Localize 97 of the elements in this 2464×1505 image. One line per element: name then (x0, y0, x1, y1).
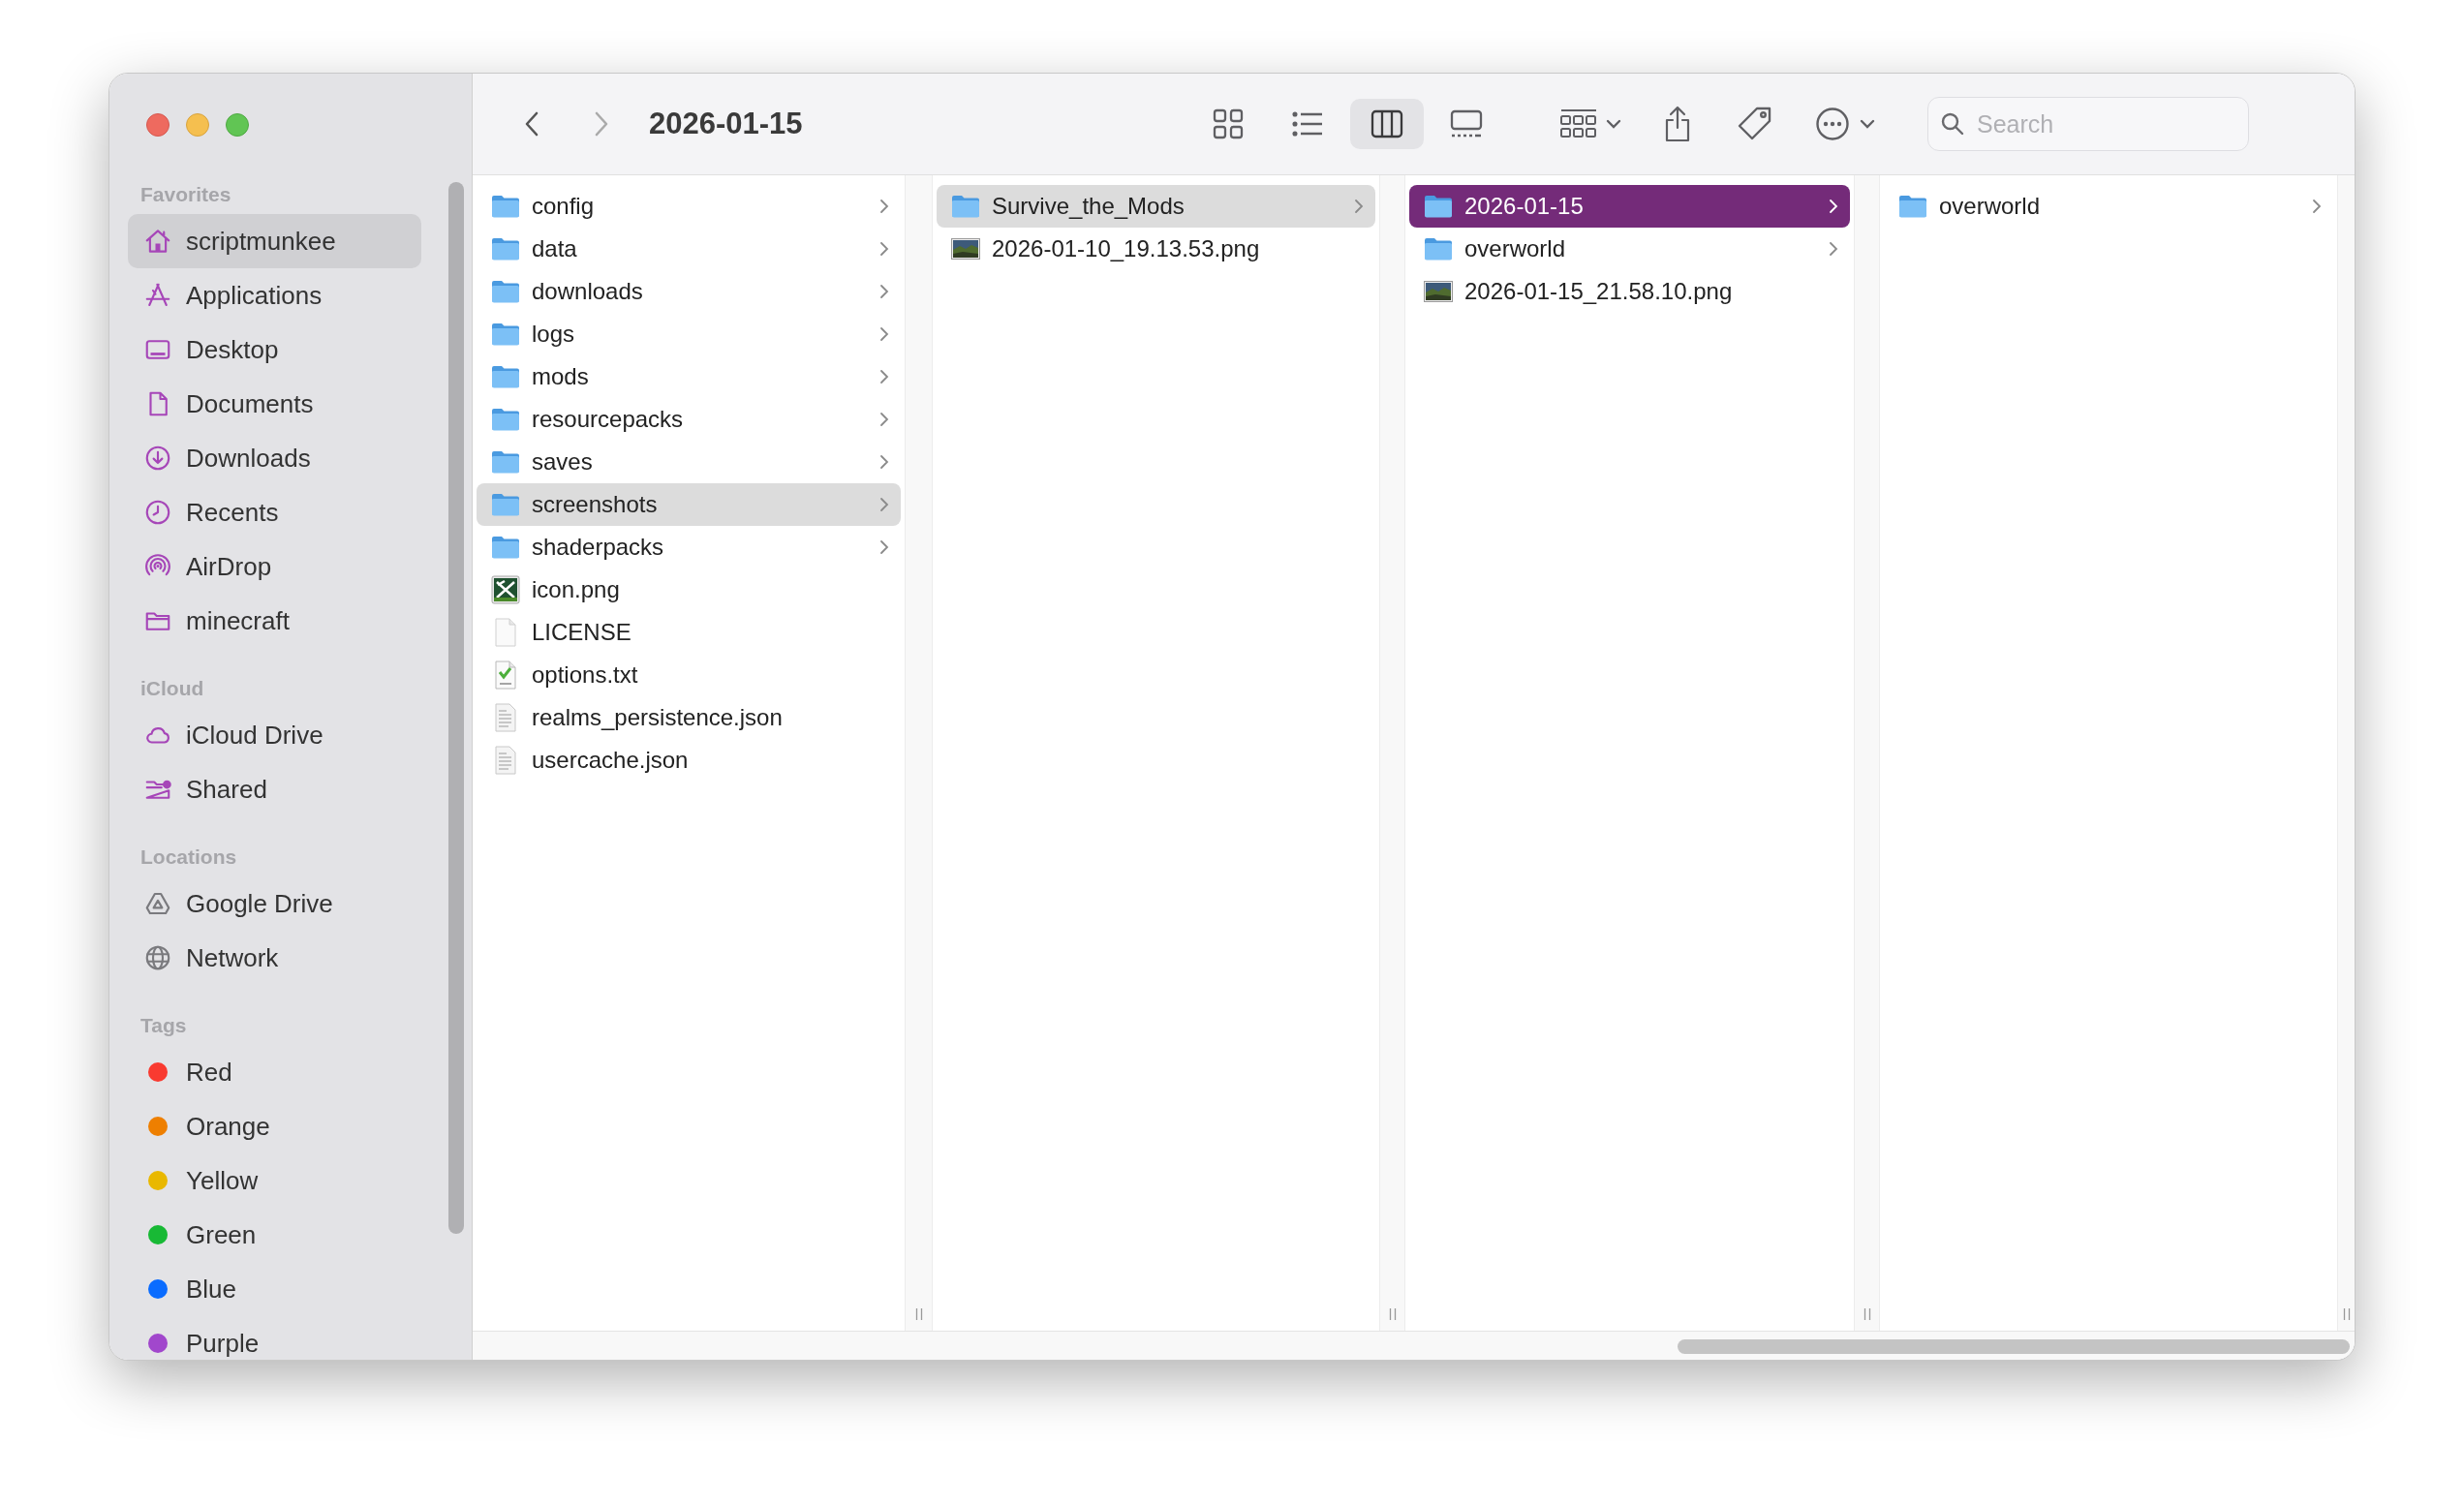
sidebar-item[interactable]: iCloud Drive (128, 708, 421, 762)
folder-item[interactable]: 2026-01-15 (1409, 185, 1850, 228)
folder-item[interactable]: shaderpacks (477, 526, 901, 568)
document-icon (493, 703, 518, 732)
chevron-icon (879, 412, 889, 427)
chevron-icon (879, 539, 889, 555)
folder-item[interactable]: overworld (1884, 185, 2333, 228)
sidebar-item[interactable]: Blue (128, 1262, 421, 1316)
document-icon (493, 746, 518, 775)
caret-icon (1860, 119, 1875, 129)
chevron-icon (879, 454, 889, 470)
icon-view-icon (1211, 107, 1246, 141)
folder-icon (491, 194, 520, 219)
folder-icon (491, 279, 520, 304)
view-button[interactable] (1350, 99, 1424, 149)
chevron-icon (879, 326, 889, 342)
chevron-icon (879, 284, 889, 299)
sidebar-item[interactable]: minecraft (128, 594, 421, 648)
sidebar-item[interactable]: Shared (128, 762, 421, 816)
folder-item[interactable]: logs (477, 313, 901, 355)
folder-icon (1424, 236, 1453, 261)
folder-icon (951, 194, 980, 219)
file-item[interactable]: LICENSE (477, 611, 901, 654)
image-file-icon (491, 575, 520, 604)
sidebar-item[interactable]: Network (128, 931, 421, 985)
section-heading: Tags (139, 1013, 188, 1039)
ellipsis-icon (1815, 107, 1850, 141)
sidebar-item[interactable]: scriptmunkee (128, 214, 421, 268)
sidebar-item[interactable]: Green (128, 1208, 421, 1262)
sidebar-item[interactable]: Orange (128, 1099, 421, 1153)
section-heading: Favorites (139, 182, 232, 208)
folder-item[interactable]: downloads (477, 270, 901, 313)
search-field[interactable]: Search (1927, 97, 2249, 151)
sidebar-item[interactable]: Documents (128, 377, 421, 431)
file-item[interactable]: 2026-01-15_21.58.10.png (1409, 270, 1850, 313)
folder-icon (491, 449, 520, 475)
sidebar-item[interactable]: Desktop (128, 322, 421, 377)
blank-document-icon (493, 618, 518, 647)
folder-item[interactable]: screenshots (477, 483, 901, 526)
chevron-icon (879, 199, 889, 214)
chevron-icon (879, 369, 889, 384)
folder-icon (491, 492, 520, 517)
sidebar-item[interactable]: Downloads (128, 431, 421, 485)
download-icon (143, 444, 172, 473)
file-item[interactable]: usercache.json (477, 739, 901, 782)
sidebar-item[interactable]: Recents (128, 485, 421, 539)
minimize-button[interactable] (186, 112, 209, 137)
window-title: 2026-01-15 (649, 105, 804, 142)
chevron-icon (2312, 199, 2322, 214)
sidebar-item[interactable]: Yellow (128, 1153, 421, 1208)
column-resize-handle[interactable] (2343, 1307, 2351, 1321)
globe-icon (143, 943, 172, 972)
scrollbar-thumb[interactable] (1678, 1339, 2350, 1354)
clock-icon (143, 498, 172, 527)
folder-item[interactable]: Survive_the_Mods (937, 185, 1375, 228)
close-button[interactable] (146, 112, 169, 137)
text-document-icon (493, 660, 518, 690)
file-item[interactable]: 2026-01-10_19.13.53.png (937, 228, 1375, 270)
chevron-icon (879, 241, 889, 257)
folder-icon (491, 535, 520, 560)
folder-icon (1898, 194, 1927, 219)
folder-icon (491, 236, 520, 261)
folder-item[interactable]: mods (477, 355, 901, 398)
scrollbar-thumb[interactable] (448, 182, 464, 1234)
search-icon (1940, 111, 1965, 137)
image-thumbnail-icon (1424, 281, 1453, 302)
sidebar-item[interactable]: Purple (128, 1316, 421, 1360)
chevron-icon (1829, 241, 1838, 257)
zoom-button[interactable] (226, 112, 249, 137)
folder-item[interactable]: resourcepacks (477, 398, 901, 441)
folder-item[interactable]: saves (477, 441, 901, 483)
folder-item[interactable]: overworld (1409, 228, 1850, 270)
home-icon (143, 227, 172, 256)
folder-item[interactable]: config (477, 185, 901, 228)
file-item[interactable]: icon.png (477, 568, 901, 611)
sidebar-item[interactable]: AirDrop (128, 539, 421, 594)
folder-icon (491, 407, 520, 432)
folder-icon (491, 322, 520, 347)
column-resize-handle[interactable] (1388, 1307, 1397, 1321)
chevron-icon (1829, 199, 1838, 214)
chevron-icon (879, 497, 889, 512)
group-grid-icon (1559, 108, 1598, 140)
caret-icon (1606, 119, 1621, 129)
sidebar-item[interactable]: Applications (128, 268, 421, 322)
chevron-icon (1354, 199, 1364, 214)
section-heading: iCloud (139, 676, 205, 702)
column-resize-handle[interactable] (914, 1307, 923, 1321)
sidebar-item[interactable]: Google Drive (128, 876, 421, 931)
image-thumbnail-icon (951, 238, 980, 260)
sidebar-item[interactable]: Red (128, 1045, 421, 1099)
folder-item[interactable]: data (477, 228, 901, 270)
file-item[interactable]: realms_persistence.json (477, 696, 901, 739)
column-resize-handle[interactable] (1863, 1307, 1871, 1321)
file-item[interactable]: options.txt (477, 654, 901, 696)
folder-icon (1424, 194, 1453, 219)
folder-icon (491, 364, 520, 389)
section-heading: Locations (139, 845, 238, 871)
